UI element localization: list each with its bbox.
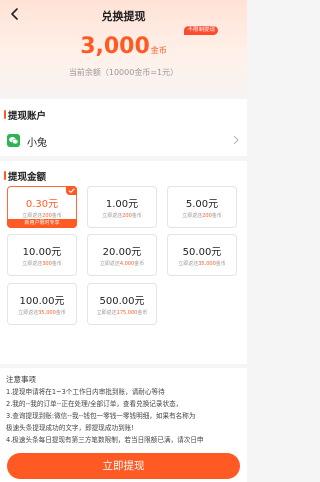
option-desc: 立即返还175,000金币 <box>96 310 148 316</box>
option-amount: 1.00元 <box>105 199 139 210</box>
notice-line: 4.极速头条每日提现有第三方笔数限制，若当日限额已满，请次日申 <box>6 436 204 444</box>
amount-heading: 提现金额 <box>3 169 46 183</box>
coin-balance: 3,000金币 <box>0 34 247 59</box>
account-heading: 提现账户 <box>3 108 46 122</box>
amount-option[interactable]: 0.30元 立即返还200金币 新用户限时专享 <box>7 186 77 228</box>
notice-line: 3.查询提现到账:微信--我--钱包一零钱一零钱明细，如果有名称为 <box>6 412 196 420</box>
account-row[interactable]: 小兔 <box>7 134 240 149</box>
amount-option[interactable]: 10.00元 立即返还300金币 <box>7 234 77 276</box>
notice-line: 1.提现申请将在1~3个工作日内审批到账，请耐心等待 <box>6 388 165 396</box>
chevron-right-icon <box>233 135 239 145</box>
amount-option[interactable]: 100.00元 立即返还35,000金币 <box>7 283 77 325</box>
option-desc: 立即返还200金币 <box>102 213 142 219</box>
option-amount: 50.00元 <box>182 247 222 258</box>
wechat-icon <box>7 134 20 147</box>
coin-amount: 3,000 <box>80 34 150 59</box>
coin-unit: 金币 <box>150 46 167 55</box>
balance-rate: 当前余额（10000金币=1元） <box>68 68 179 77</box>
option-desc: 立即返还35,000金币 <box>178 261 226 267</box>
notice-line: 极速头条提现成功的文字，即提现成功到账! <box>6 424 134 432</box>
notice-line: 2.我的--我的订单--正在处理/全部订单，查看兑换记录状态， <box>6 400 183 408</box>
option-amount: 20.00元 <box>102 247 142 258</box>
option-amount: 0.30元 <box>25 199 59 210</box>
amount-option[interactable]: 1.00元 立即返还200金币 <box>87 186 157 228</box>
amount-option[interactable]: 500.00元 立即返还175,000金币 <box>87 283 157 325</box>
amount-option[interactable]: 5.00元 立即返还200金币 <box>167 186 237 228</box>
option-amount: 10.00元 <box>22 247 62 258</box>
option-desc: 立即返还200金币 <box>182 213 222 219</box>
notice-title: 注意事项 <box>6 375 36 384</box>
new-user-tag: 新用户限时专享 <box>7 219 77 228</box>
option-desc: 立即返还35,000金币 <box>18 310 66 316</box>
check-icon <box>66 186 77 195</box>
withdraw-button[interactable]: 立即提现 <box>7 453 240 479</box>
option-amount: 100.00元 <box>19 296 65 307</box>
option-desc: 立即返还200金币 <box>22 213 62 219</box>
balance-header: 兑换提现 不限制提现 3,000金币 当前余额（10000金币=1元） <box>0 0 247 94</box>
amount-option[interactable]: 20.00元 立即返还4,000金币 <box>87 234 157 276</box>
option-desc: 立即返还4,000金币 <box>99 261 145 267</box>
option-amount: 500.00元 <box>99 296 145 307</box>
account-name: 小兔 <box>27 138 47 149</box>
option-desc: 立即返还300金币 <box>22 261 62 267</box>
page-title: 兑换提现 <box>101 10 146 23</box>
option-amount: 5.00元 <box>185 199 219 210</box>
amount-option[interactable]: 50.00元 立即返还35,000金币 <box>167 234 237 276</box>
